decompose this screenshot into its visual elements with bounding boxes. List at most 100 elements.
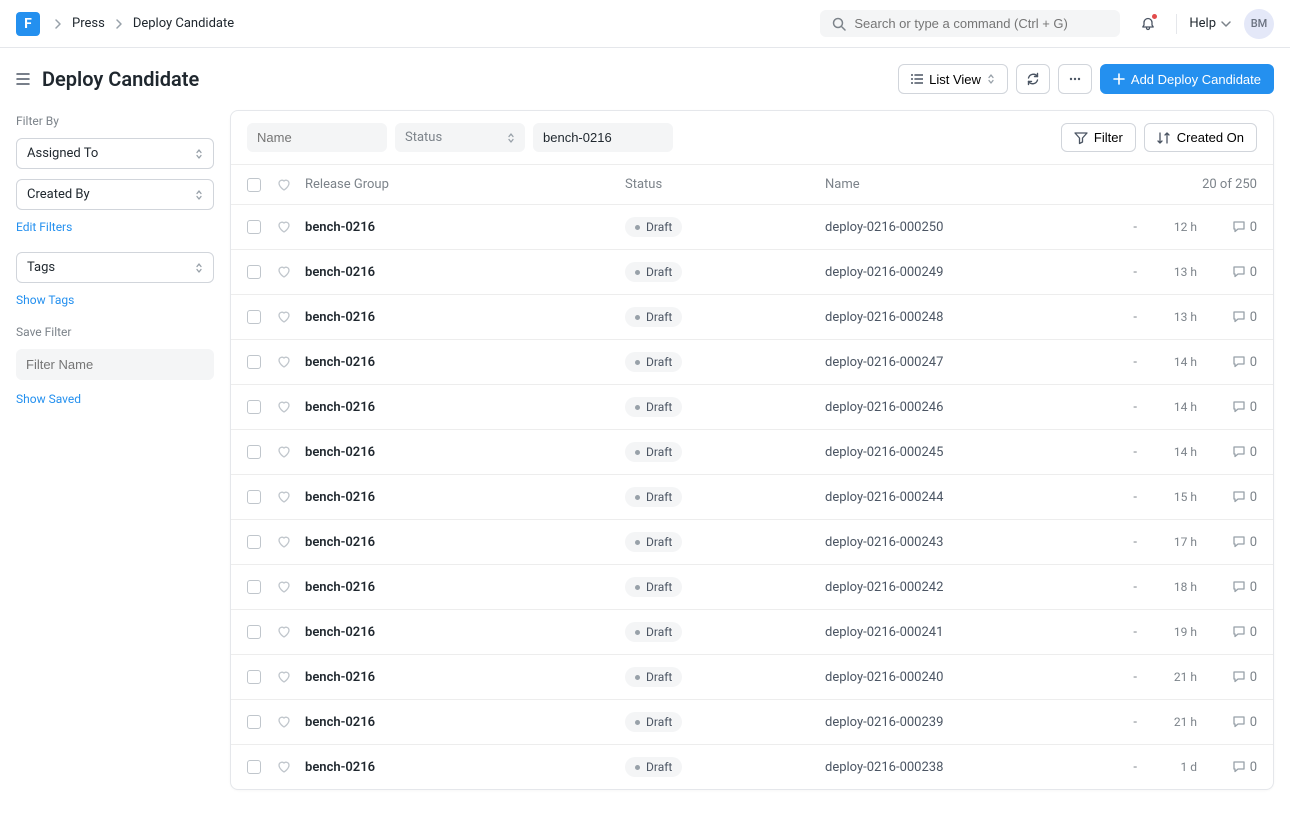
cell-comments[interactable]: 0	[1197, 400, 1257, 415]
chevron-right-icon	[113, 18, 125, 30]
search-filter-input[interactable]	[533, 123, 673, 152]
like-button[interactable]	[277, 265, 305, 279]
row-checkbox[interactable]	[247, 760, 261, 774]
row-checkbox[interactable]	[247, 715, 261, 729]
notifications-button[interactable]	[1132, 8, 1164, 40]
tags-select[interactable]: Tags	[16, 252, 214, 283]
status-badge: Draft	[625, 442, 682, 462]
row-checkbox[interactable]	[247, 265, 261, 279]
column-release-group[interactable]: Release Group	[305, 177, 625, 192]
cell-comments[interactable]: 0	[1197, 715, 1257, 730]
like-button[interactable]	[277, 580, 305, 594]
plus-icon	[1113, 73, 1125, 85]
sidebar-toggle[interactable]	[16, 72, 30, 86]
show-tags-link[interactable]: Show Tags	[16, 293, 214, 307]
status-badge: Draft	[625, 217, 682, 237]
breadcrumb-press[interactable]: Press	[72, 16, 105, 31]
status-filter-select[interactable]: Status	[395, 123, 525, 152]
list-row[interactable]: bench-0216 Draft deploy-0216-000238 - 1 …	[231, 744, 1273, 789]
filter-name-input[interactable]	[16, 349, 214, 380]
row-checkbox[interactable]	[247, 490, 261, 504]
like-button[interactable]	[277, 535, 305, 549]
refresh-button[interactable]	[1016, 64, 1050, 94]
user-avatar[interactable]: BM	[1244, 9, 1274, 39]
row-checkbox[interactable]	[247, 580, 261, 594]
row-checkbox[interactable]	[247, 535, 261, 549]
like-button[interactable]	[277, 490, 305, 504]
list-row[interactable]: bench-0216 Draft deploy-0216-000240 - 21…	[231, 654, 1273, 699]
comment-icon	[1232, 580, 1246, 594]
list-row[interactable]: bench-0216 Draft deploy-0216-000242 - 18…	[231, 564, 1273, 609]
global-search-input[interactable]	[854, 16, 1108, 31]
cell-comments[interactable]: 0	[1197, 490, 1257, 505]
list-toolbar: Status Filter Created On	[231, 111, 1273, 164]
help-dropdown[interactable]: Help	[1189, 16, 1232, 31]
list-row[interactable]: bench-0216 Draft deploy-0216-000250 - 12…	[231, 204, 1273, 249]
cell-name: deploy-0216-000242	[825, 580, 1097, 595]
cell-comments[interactable]: 0	[1197, 265, 1257, 280]
cell-release-group: bench-0216	[305, 535, 625, 550]
cell-comments[interactable]: 0	[1197, 625, 1257, 640]
cell-assignee: -	[1097, 355, 1137, 370]
comment-icon	[1232, 445, 1246, 459]
row-checkbox[interactable]	[247, 400, 261, 414]
row-checkbox[interactable]	[247, 355, 261, 369]
cell-comments[interactable]: 0	[1197, 445, 1257, 460]
more-options-button[interactable]	[1058, 64, 1092, 94]
tags-label: Tags	[27, 260, 55, 275]
list-row[interactable]: bench-0216 Draft deploy-0216-000248 - 13…	[231, 294, 1273, 339]
save-filter-label: Save Filter	[16, 325, 214, 339]
sort-button[interactable]: Created On	[1144, 123, 1257, 152]
list-row[interactable]: bench-0216 Draft deploy-0216-000246 - 14…	[231, 384, 1273, 429]
like-button[interactable]	[277, 445, 305, 459]
row-checkbox[interactable]	[247, 670, 261, 684]
list-header: Release Group Status Name 20 of 250	[231, 164, 1273, 204]
like-button[interactable]	[277, 400, 305, 414]
cell-comments[interactable]: 0	[1197, 670, 1257, 685]
like-button[interactable]	[277, 625, 305, 639]
list-view-dropdown[interactable]: List View	[898, 64, 1008, 94]
cell-comments[interactable]: 0	[1197, 535, 1257, 550]
select-all-checkbox[interactable]	[247, 178, 261, 192]
cell-comments[interactable]: 0	[1197, 580, 1257, 595]
like-button[interactable]	[277, 355, 305, 369]
name-filter-input[interactable]	[247, 123, 387, 152]
created-by-select[interactable]: Created By	[16, 179, 214, 210]
breadcrumb-deploy-candidate[interactable]: Deploy Candidate	[133, 16, 234, 31]
list-row[interactable]: bench-0216 Draft deploy-0216-000239 - 21…	[231, 699, 1273, 744]
row-checkbox[interactable]	[247, 625, 261, 639]
add-button-label: Add Deploy Candidate	[1131, 72, 1261, 87]
list-row[interactable]: bench-0216 Draft deploy-0216-000249 - 13…	[231, 249, 1273, 294]
show-saved-link[interactable]: Show Saved	[16, 392, 214, 406]
like-button[interactable]	[277, 715, 305, 729]
app-logo[interactable]: F	[16, 12, 40, 36]
cell-comments[interactable]: 0	[1197, 220, 1257, 235]
filter-button[interactable]: Filter	[1061, 123, 1136, 152]
comment-icon	[1232, 220, 1246, 234]
edit-filters-link[interactable]: Edit Filters	[16, 220, 214, 234]
assigned-to-select[interactable]: Assigned To	[16, 138, 214, 169]
assigned-to-label: Assigned To	[27, 146, 98, 161]
list-row[interactable]: bench-0216 Draft deploy-0216-000247 - 14…	[231, 339, 1273, 384]
cell-comments[interactable]: 0	[1197, 760, 1257, 775]
cell-comments[interactable]: 0	[1197, 355, 1257, 370]
like-button[interactable]	[277, 220, 305, 234]
add-deploy-candidate-button[interactable]: Add Deploy Candidate	[1100, 64, 1274, 94]
cell-release-group: bench-0216	[305, 490, 625, 505]
row-checkbox[interactable]	[247, 220, 261, 234]
row-checkbox[interactable]	[247, 310, 261, 324]
global-search[interactable]	[820, 10, 1120, 37]
cell-time: 14 h	[1137, 400, 1197, 414]
cell-time: 17 h	[1137, 535, 1197, 549]
like-button[interactable]	[277, 670, 305, 684]
list-row[interactable]: bench-0216 Draft deploy-0216-000245 - 14…	[231, 429, 1273, 474]
cell-comments[interactable]: 0	[1197, 310, 1257, 325]
like-button[interactable]	[277, 310, 305, 324]
list-row[interactable]: bench-0216 Draft deploy-0216-000244 - 15…	[231, 474, 1273, 519]
like-button[interactable]	[277, 760, 305, 774]
row-checkbox[interactable]	[247, 445, 261, 459]
list-row[interactable]: bench-0216 Draft deploy-0216-000241 - 19…	[231, 609, 1273, 654]
list-row[interactable]: bench-0216 Draft deploy-0216-000243 - 17…	[231, 519, 1273, 564]
column-status[interactable]: Status	[625, 177, 825, 192]
column-name[interactable]: Name	[825, 177, 1097, 192]
